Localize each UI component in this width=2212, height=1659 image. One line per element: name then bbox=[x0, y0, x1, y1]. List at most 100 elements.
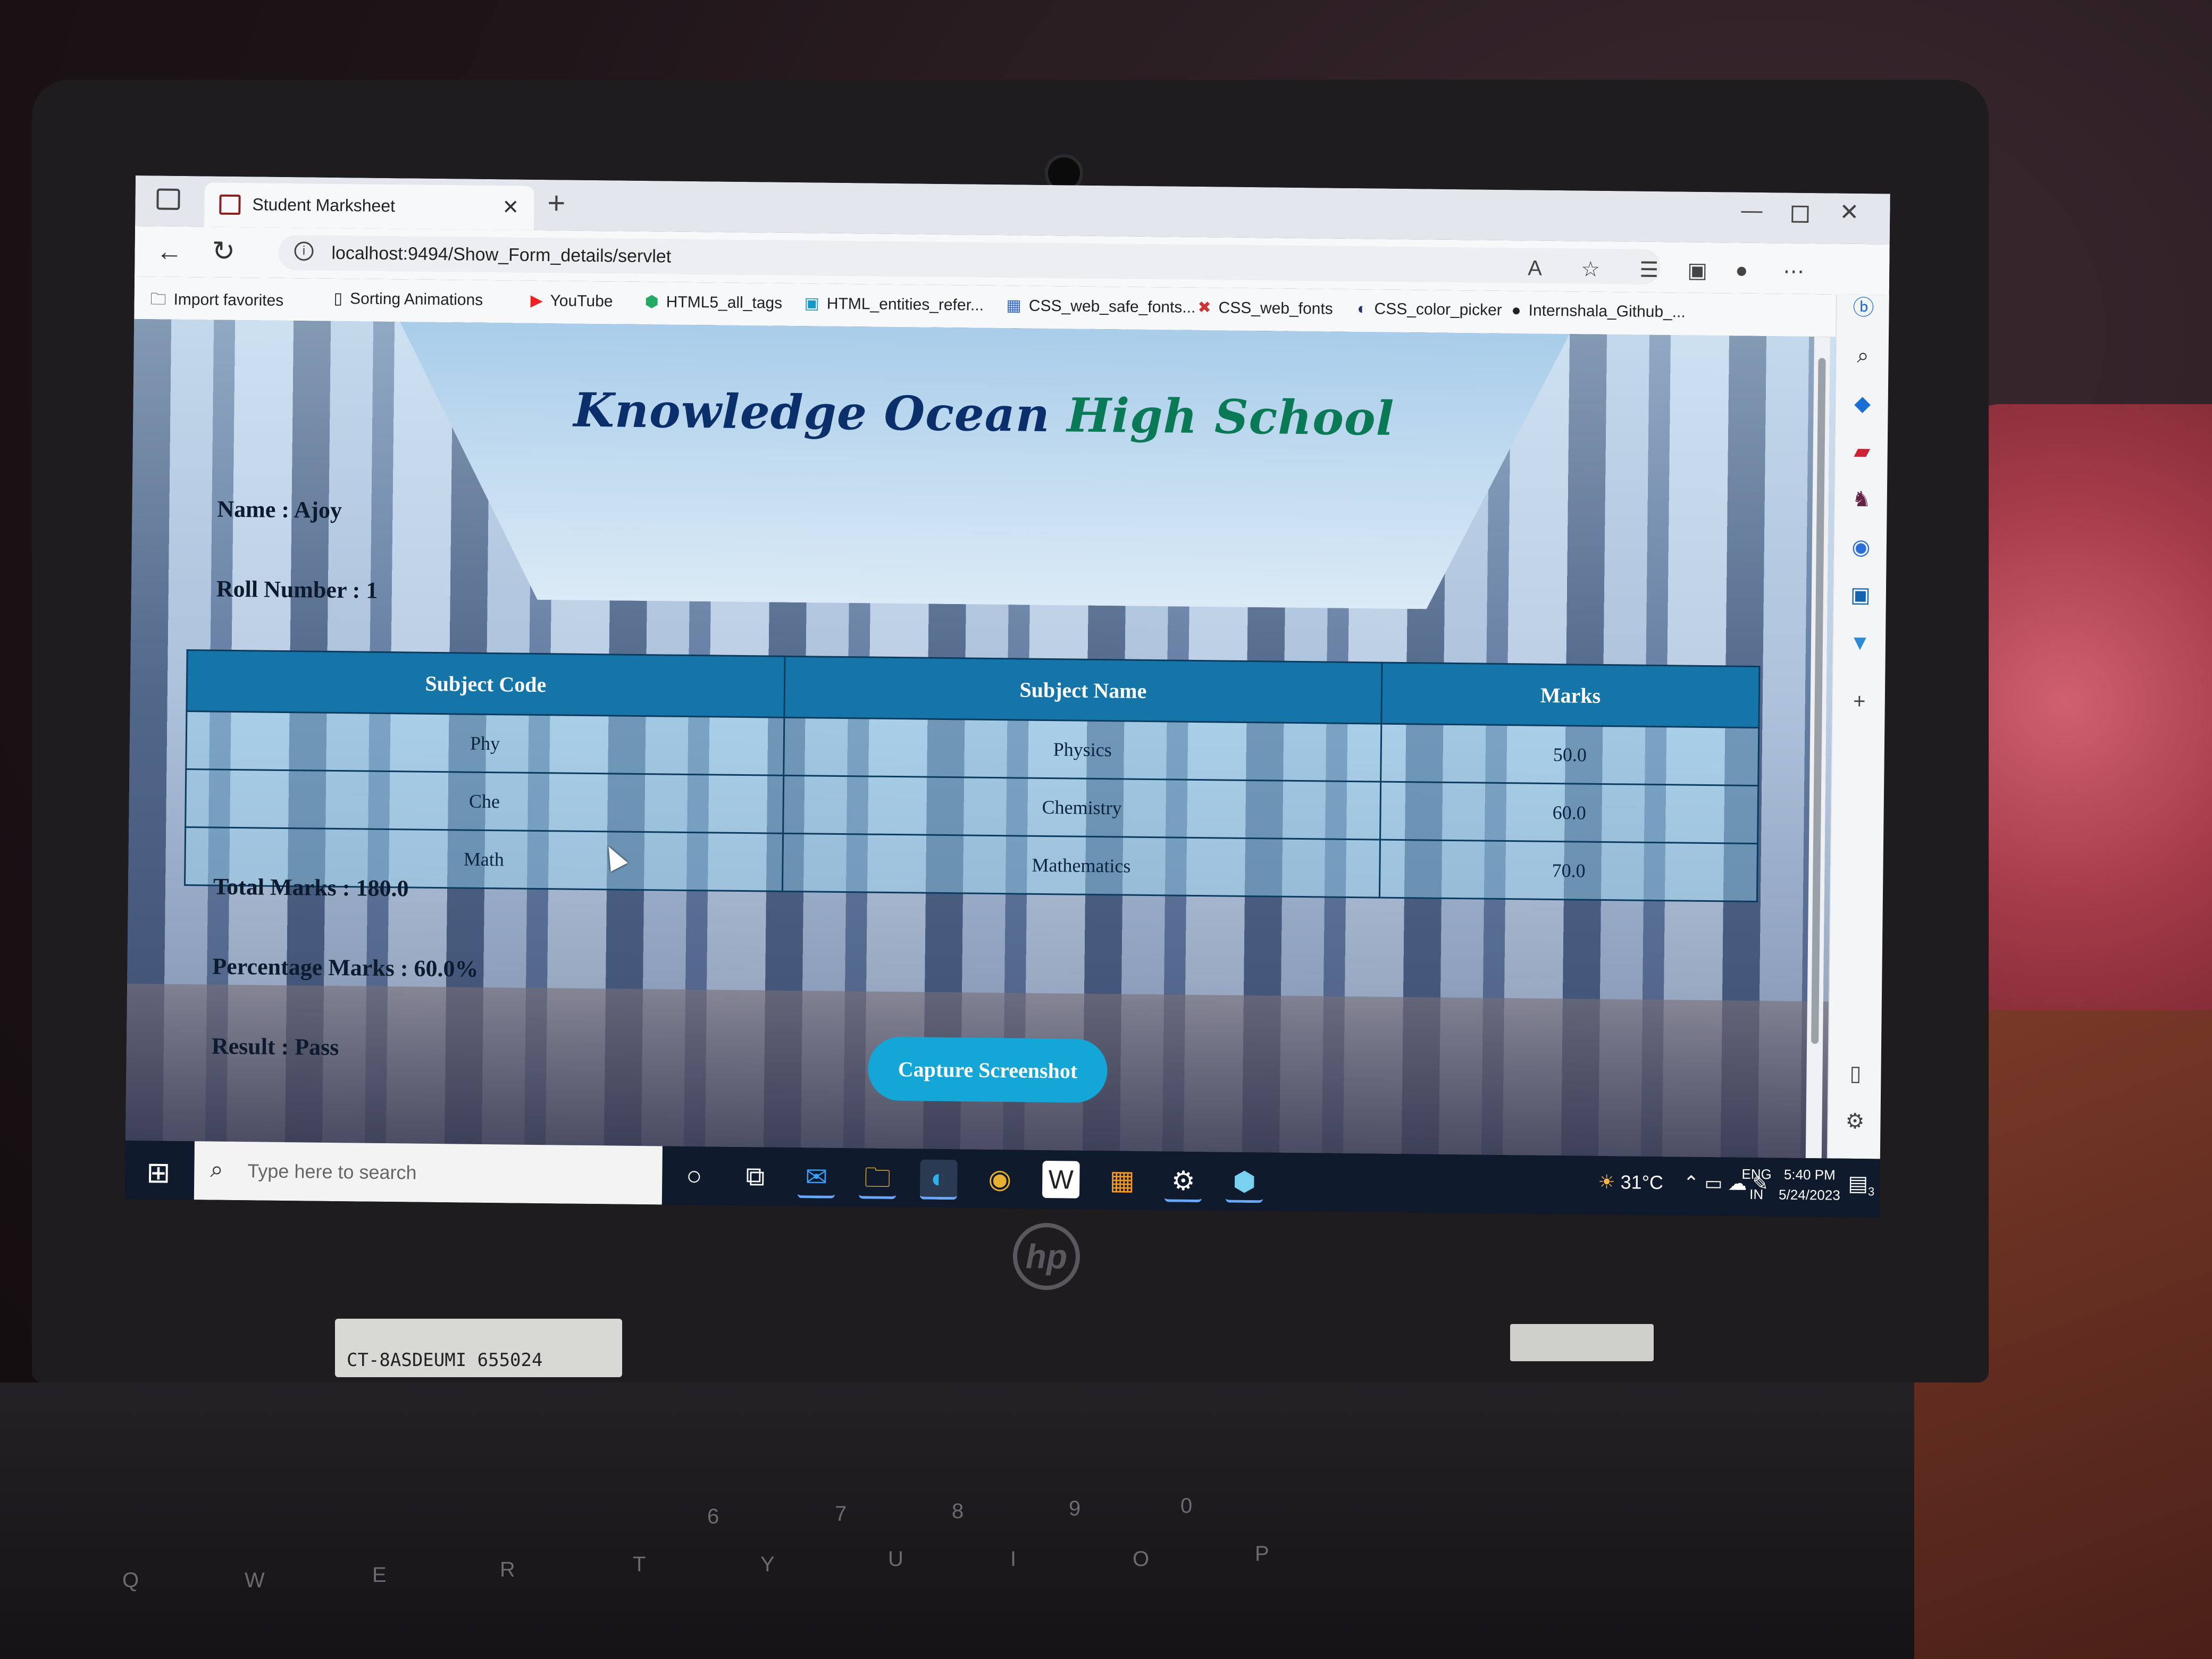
subject-name-cell: Chemistry bbox=[783, 775, 1381, 840]
html5-icon: ⬢ bbox=[644, 293, 659, 311]
bookmark-icon: ▦ bbox=[1006, 297, 1022, 315]
key-w: W bbox=[245, 1569, 265, 1592]
key-6: 6 bbox=[707, 1505, 719, 1528]
notification-icon[interactable]: ▤3 bbox=[1848, 1171, 1875, 1199]
marksheet-page: Knowledge Ocean High School Name : Ajoy … bbox=[125, 319, 1836, 1159]
clock[interactable]: 5:40 PM 5/24/2023 bbox=[1779, 1164, 1840, 1205]
app-cube-icon[interactable]: ⬢ bbox=[1225, 1162, 1263, 1203]
search-icon[interactable]: ⌕ bbox=[1849, 342, 1876, 370]
address-bar[interactable]: i localhost:9494/Show_Form_details/servl… bbox=[278, 234, 1661, 285]
key-u: U bbox=[888, 1547, 903, 1571]
sidebar-toggle-icon[interactable]: ▯ bbox=[1842, 1060, 1869, 1087]
key-7: 7 bbox=[835, 1502, 847, 1526]
task-view-icon[interactable]: ⧉ bbox=[736, 1158, 774, 1195]
marks-table: Subject Code Subject Name Marks Phy Phys… bbox=[184, 649, 1760, 902]
read-aloud-icon[interactable]: A bbox=[1528, 256, 1542, 280]
chrome-icon[interactable]: ◉ bbox=[981, 1160, 1019, 1198]
result: Result : Pass bbox=[211, 1033, 339, 1061]
marks-cell: 60.0 bbox=[1380, 782, 1758, 844]
settings-gear-icon[interactable]: ⚙ bbox=[1841, 1108, 1869, 1135]
bookmark-html5-all-tags[interactable]: ⬢ HTML5_all_tags bbox=[644, 292, 782, 313]
key-y: Y bbox=[760, 1553, 775, 1576]
key-o: O bbox=[1133, 1547, 1150, 1571]
windows-start-icon[interactable]: ⊞ bbox=[146, 1155, 171, 1189]
key-e: E bbox=[372, 1563, 387, 1587]
back-arrow-icon[interactable]: ← bbox=[156, 236, 183, 267]
marks-cell: 70.0 bbox=[1379, 840, 1758, 902]
bookmark-css-web-fonts[interactable]: ✖ CSS_web_fonts bbox=[1197, 298, 1333, 319]
new-tab-button[interactable]: + bbox=[547, 185, 566, 221]
date: 5/24/2023 bbox=[1778, 1186, 1840, 1203]
notification-count: 3 bbox=[1867, 1185, 1875, 1199]
profile-avatar-icon[interactable]: ● bbox=[1735, 259, 1748, 283]
scroll-thumb[interactable] bbox=[1811, 358, 1826, 1044]
shopping-tag-icon[interactable]: ◆ bbox=[1849, 390, 1876, 417]
search-placeholder: Type here to search bbox=[247, 1160, 417, 1184]
favorites-icon[interactable]: ☰ bbox=[1639, 258, 1658, 282]
bookmark-sorting-animations[interactable]: ▯ Sorting Animations bbox=[333, 289, 483, 309]
header-marks: Marks bbox=[1381, 663, 1759, 728]
wikipedia-icon[interactable]: W bbox=[1042, 1160, 1080, 1199]
tab-close-icon[interactable]: ✕ bbox=[502, 195, 519, 219]
file-explorer-icon[interactable]: 🗀 bbox=[858, 1159, 896, 1200]
outlook-icon[interactable]: ▣ bbox=[1847, 582, 1874, 609]
language-indicator[interactable]: ENG IN bbox=[1741, 1164, 1772, 1205]
laptop-keyboard: Q W E R T Y U I O P 6 7 8 9 0 bbox=[0, 1382, 1914, 1659]
tab-actions-icon[interactable] bbox=[156, 188, 180, 210]
bookmark-internshala-github[interactable]: ● Internshala_Github_... bbox=[1511, 301, 1686, 321]
office-icon[interactable]: ◉ bbox=[1848, 534, 1875, 561]
add-icon[interactable]: + bbox=[1846, 688, 1873, 715]
url-text[interactable]: localhost:9494/Show_Form_details/servlet bbox=[331, 243, 671, 267]
collections-icon[interactable]: ▣ bbox=[1687, 258, 1707, 283]
tab-title: Student Marksheet bbox=[252, 195, 396, 216]
weather-temperature[interactable]: ☀ 31°C bbox=[1598, 1171, 1663, 1194]
key-8: 8 bbox=[952, 1499, 964, 1523]
page-favicon-icon bbox=[219, 194, 241, 215]
github-icon: ● bbox=[1511, 301, 1521, 320]
bing-icon[interactable]: ⓑ bbox=[1850, 295, 1877, 322]
subject-name-cell: Mathematics bbox=[782, 833, 1380, 898]
cortana-icon[interactable]: ○ bbox=[675, 1157, 713, 1195]
bookmark-css-color-picker[interactable]: ◐ CSS_color_picker bbox=[1357, 300, 1502, 320]
bookmark-css-web-safe-fonts[interactable]: ▦ CSS_web_safe_fonts... bbox=[1006, 296, 1195, 317]
key-q: Q bbox=[122, 1569, 139, 1592]
hp-logo-icon: hp bbox=[1013, 1223, 1080, 1290]
bookmark-import-favorites[interactable]: 🗀 Import favorites bbox=[150, 287, 283, 316]
drop-icon[interactable]: ▼ bbox=[1847, 630, 1874, 657]
close-window-button[interactable]: ✕ bbox=[1839, 199, 1859, 226]
reload-icon[interactable]: ↻ bbox=[212, 236, 235, 267]
games-icon[interactable]: ♞ bbox=[1848, 486, 1875, 513]
roll-number: Roll Number : 1 bbox=[216, 575, 378, 604]
page-icon: ▯ bbox=[333, 289, 343, 308]
school-title: Knowledge Ocean High School bbox=[133, 378, 1835, 451]
bookmark-youtube[interactable]: ▶ YouTube bbox=[530, 291, 613, 311]
bookmark-html-entities[interactable]: ▣ HTML_entities_refer... bbox=[804, 294, 984, 315]
subject-name-cell: Physics bbox=[783, 717, 1382, 782]
background-sky bbox=[397, 322, 1570, 610]
total-marks: Total Marks : 180.0 bbox=[213, 873, 409, 902]
settings-icon[interactable]: ⚙ bbox=[1164, 1162, 1202, 1203]
taskbar-search-box[interactable]: ⌕ Type here to search bbox=[194, 1141, 663, 1205]
laptop-sticker: CT-8ASDEUMI 655024 bbox=[335, 1319, 622, 1377]
search-icon: ⌕ bbox=[210, 1156, 224, 1183]
laptop-screen: Student Marksheet ✕ + — ✕ ← ↻ i localhos… bbox=[124, 175, 1890, 1218]
school-title-part2: High School bbox=[1066, 387, 1395, 446]
tab-student-marksheet[interactable]: Student Marksheet ✕ bbox=[204, 182, 534, 230]
maximize-button[interactable] bbox=[1791, 205, 1809, 223]
mail-icon[interactable]: ✉ bbox=[797, 1158, 835, 1199]
info-icon[interactable]: i bbox=[294, 241, 314, 261]
key-0: 0 bbox=[1180, 1494, 1193, 1518]
header-subject-code: Subject Code bbox=[186, 650, 785, 718]
key-i: I bbox=[1010, 1547, 1017, 1571]
bookmark-icon: ✖ bbox=[1197, 298, 1211, 317]
store-icon[interactable]: ▦ bbox=[1103, 1161, 1141, 1199]
folder-icon: 🗀 bbox=[150, 290, 166, 308]
more-menu-icon[interactable]: ⋯ bbox=[1783, 259, 1804, 283]
favorite-star-icon[interactable]: ☆ bbox=[1581, 257, 1600, 281]
capture-screenshot-button[interactable]: Capture Screenshot bbox=[867, 1036, 1108, 1103]
percentage-marks: Percentage Marks : 60.0% bbox=[212, 953, 479, 982]
minimize-button[interactable]: — bbox=[1741, 199, 1762, 223]
subject-code-cell: Che bbox=[185, 769, 784, 834]
edge-icon[interactable]: ◐ bbox=[919, 1159, 958, 1200]
tools-icon[interactable]: ▰ bbox=[1848, 438, 1875, 465]
